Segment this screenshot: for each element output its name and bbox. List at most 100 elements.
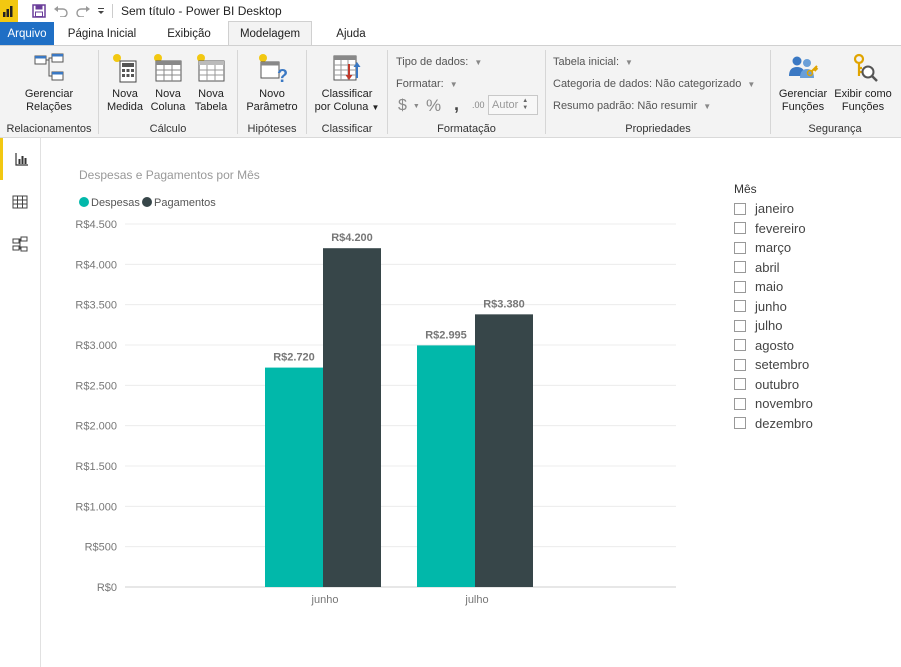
view-switcher bbox=[0, 138, 41, 667]
checkbox[interactable] bbox=[734, 397, 746, 410]
slicer-item[interactable]: março bbox=[734, 238, 894, 258]
checkbox[interactable] bbox=[734, 202, 746, 215]
data-category-dropdown[interactable]: Categoria de dados: Não categorizado ▼ bbox=[553, 78, 755, 90]
decimal-auto-stepper[interactable]: Autor ▲ ▼ bbox=[488, 95, 538, 115]
home-table-label: Tabela inicial: bbox=[553, 56, 620, 68]
undo-icon[interactable] bbox=[50, 0, 72, 22]
data-view-icon bbox=[12, 195, 28, 209]
slicer-item-label: outubro bbox=[755, 376, 800, 392]
slicer-item[interactable]: maio bbox=[734, 277, 894, 297]
checkbox[interactable] bbox=[734, 222, 746, 235]
chevron-down-icon: ▼ bbox=[747, 79, 756, 89]
slicer-item[interactable]: setembro bbox=[734, 355, 894, 375]
group-relacionamentos: Gerenciar Relações Relacionamentos bbox=[0, 46, 98, 138]
tab-pagina-inicial[interactable]: Página Inicial bbox=[54, 22, 150, 45]
slicer-list: janeiro fevereiro março abril maio junho julho… bbox=[734, 199, 894, 433]
checkbox[interactable] bbox=[734, 280, 746, 293]
manage-roles-icon bbox=[789, 56, 819, 78]
decimal-auto-value: Autor bbox=[492, 99, 519, 111]
slicer-item-label: janeiro bbox=[755, 201, 795, 217]
slicer-item[interactable]: dezembro bbox=[734, 414, 894, 434]
manage-relationships-label-1: Gerenciar bbox=[24, 88, 74, 100]
default-summarization-dropdown[interactable]: Resumo padrão: Não resumir ▼ bbox=[553, 100, 711, 112]
data-type-label: Tipo de dados: bbox=[396, 56, 469, 68]
view-as-roles-icon bbox=[853, 53, 878, 82]
format-label: Formatar: bbox=[396, 78, 444, 90]
group-hipoteses: ? Novo Parâmetro Hipóteses bbox=[238, 46, 306, 138]
format-dropdown[interactable]: Formatar: ▼ bbox=[396, 78, 458, 90]
comma-style-button[interactable]: , bbox=[454, 94, 459, 115]
title-bar: Sem título - Power BI Desktop bbox=[0, 0, 901, 22]
chevron-down-icon: ▼ bbox=[371, 103, 380, 112]
percent-format-button[interactable]: % bbox=[426, 96, 441, 116]
group-label-calculo: Cálculo bbox=[149, 123, 187, 135]
tab-exibicao[interactable]: Exibição bbox=[150, 22, 228, 45]
view-as-roles-label-2: Funções bbox=[841, 101, 885, 113]
slicer-item[interactable]: outubro bbox=[734, 375, 894, 395]
slicer-item[interactable]: abril bbox=[734, 258, 894, 278]
decimal-places-icon: .00 bbox=[472, 100, 485, 110]
new-measure-button[interactable]: Nova Medida bbox=[105, 52, 145, 114]
tab-arquivo[interactable]: Arquivo bbox=[0, 22, 54, 45]
checkbox[interactable] bbox=[734, 417, 746, 430]
parameter-icon: ? bbox=[259, 54, 288, 84]
new-table-button[interactable]: Nova Tabela bbox=[191, 52, 231, 114]
manage-roles-label-1: Gerenciar bbox=[778, 88, 828, 100]
tab-ajuda[interactable]: Ajuda bbox=[312, 22, 390, 45]
slicer-title: Mês bbox=[734, 182, 757, 196]
sort-by-column-label-2-text: por Coluna bbox=[314, 101, 369, 113]
ribbon: Gerenciar Relações Relacionamentos Nova … bbox=[0, 45, 901, 138]
slicer-item[interactable]: julho bbox=[734, 316, 894, 336]
checkbox[interactable] bbox=[734, 241, 746, 254]
save-icon[interactable] bbox=[28, 0, 50, 22]
model-view-button[interactable] bbox=[0, 223, 40, 265]
new-parameter-label-1: Novo bbox=[259, 88, 285, 100]
decimal-places-button[interactable]: .00 bbox=[472, 100, 485, 110]
slicer-item-label: dezembro bbox=[755, 415, 813, 431]
svg-text:?: ? bbox=[277, 66, 288, 84]
slicer-item[interactable]: janeiro bbox=[734, 199, 894, 219]
slicer-item[interactable]: agosto bbox=[734, 336, 894, 356]
manage-roles-button[interactable]: Gerenciar Funções bbox=[775, 52, 831, 114]
checkbox[interactable] bbox=[734, 261, 746, 274]
month-slicer: Mês janeiro fevereiro março abril maio junho j… bbox=[734, 182, 894, 433]
new-parameter-button[interactable]: ? Novo Parâmetro bbox=[242, 52, 302, 114]
new-measure-label-1: Nova bbox=[112, 88, 138, 100]
report-view-button[interactable] bbox=[0, 138, 40, 180]
data-view-button[interactable] bbox=[0, 181, 40, 223]
data-type-dropdown[interactable]: Tipo de dados: ▼ bbox=[396, 56, 482, 68]
new-column-label-2: Coluna bbox=[150, 101, 186, 113]
default-summarization-label: Resumo padrão: Não resumir bbox=[553, 100, 698, 112]
group-propriedades: Tabela inicial: ▼ Categoria de dados: Nã… bbox=[546, 46, 770, 138]
slicer-item[interactable]: junho bbox=[734, 297, 894, 317]
group-label-propriedades: Propriedades bbox=[625, 123, 691, 135]
slicer-item-label: abril bbox=[755, 259, 780, 275]
manage-relationships-button[interactable]: Gerenciar Relações bbox=[18, 52, 80, 114]
checkbox[interactable] bbox=[734, 358, 746, 371]
checkbox[interactable] bbox=[734, 300, 746, 313]
quick-access-dropdown-icon[interactable] bbox=[94, 0, 108, 22]
tab-modelagem[interactable]: Modelagem bbox=[228, 21, 312, 45]
home-table-dropdown[interactable]: Tabela inicial: ▼ bbox=[553, 56, 633, 68]
slicer-item[interactable]: novembro bbox=[734, 394, 894, 414]
calculator-icon bbox=[113, 54, 137, 83]
group-label-formatacao: Formatação bbox=[437, 123, 496, 135]
view-as-roles-label-1: Exibir como bbox=[834, 88, 892, 100]
checkbox[interactable] bbox=[734, 339, 746, 352]
currency-format-button[interactable]: $ ▼ bbox=[398, 97, 420, 115]
view-as-roles-button[interactable]: Exibir como Funções bbox=[831, 52, 895, 114]
new-table-icon bbox=[197, 54, 225, 82]
checkbox[interactable] bbox=[734, 378, 746, 391]
new-column-button[interactable]: Nova Coluna bbox=[148, 52, 188, 114]
new-parameter-label-2: Parâmetro bbox=[246, 101, 298, 113]
group-label-classificar: Classificar bbox=[321, 123, 373, 135]
sort-by-column-icon bbox=[333, 55, 361, 81]
ribbon-tabs: Arquivo Página Inicial Exibição Modelage… bbox=[0, 21, 901, 45]
sort-by-column-button[interactable]: Classificar por Coluna ▼ bbox=[311, 52, 383, 114]
redo-icon[interactable] bbox=[72, 0, 94, 22]
checkbox[interactable] bbox=[734, 319, 746, 332]
manage-relationships-label-2: Relações bbox=[26, 101, 72, 113]
manage-roles-label-2: Funções bbox=[781, 101, 825, 113]
slicer-item[interactable]: fevereiro bbox=[734, 219, 894, 239]
slicer-item-label: setembro bbox=[755, 357, 810, 373]
